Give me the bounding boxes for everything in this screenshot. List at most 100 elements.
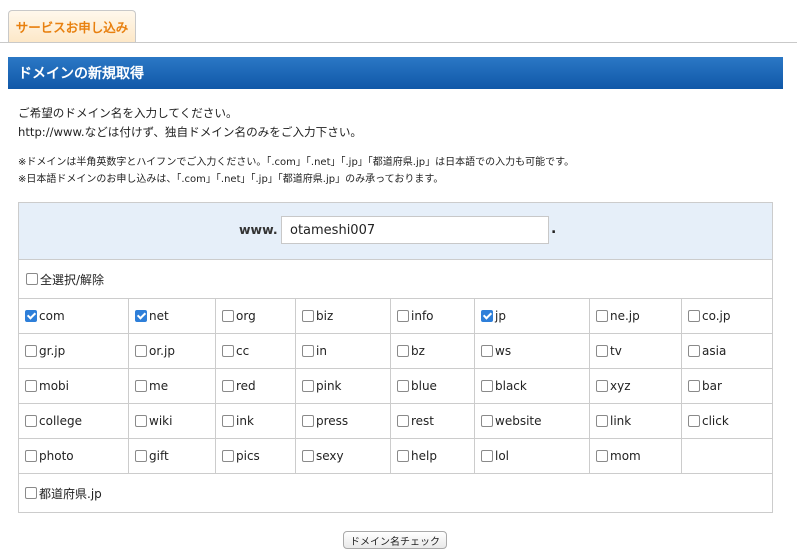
tld-option-click[interactable]: click bbox=[682, 404, 772, 439]
tld-label[interactable]: biz bbox=[316, 309, 333, 323]
tld-checkbox[interactable] bbox=[596, 380, 608, 392]
prefecture-jp-label[interactable]: 都道府県.jp bbox=[39, 485, 102, 502]
tld-checkbox[interactable] bbox=[481, 380, 493, 392]
tld-label[interactable]: ne.jp bbox=[610, 309, 640, 323]
tld-label[interactable]: xyz bbox=[610, 379, 631, 393]
tld-option-bar[interactable]: bar bbox=[682, 369, 772, 404]
tld-option-wiki[interactable]: wiki bbox=[129, 404, 216, 439]
tld-label[interactable]: website bbox=[495, 414, 542, 428]
tld-checkbox[interactable] bbox=[302, 310, 314, 322]
tld-checkbox[interactable] bbox=[481, 345, 493, 357]
tld-option-photo[interactable]: photo bbox=[19, 439, 129, 474]
tld-checkbox[interactable] bbox=[397, 450, 409, 462]
tld-option-black[interactable]: black bbox=[475, 369, 590, 404]
tld-label[interactable]: co.jp bbox=[702, 309, 731, 323]
tld-option-website[interactable]: website bbox=[475, 404, 590, 439]
tld-option-rest[interactable]: rest bbox=[391, 404, 475, 439]
tld-label[interactable]: ink bbox=[236, 414, 254, 428]
tld-option-or-jp[interactable]: or.jp bbox=[129, 334, 216, 369]
tld-label[interactable]: in bbox=[316, 344, 327, 358]
prefecture-jp-checkbox[interactable] bbox=[25, 487, 37, 499]
tld-option-pics[interactable]: pics bbox=[216, 439, 296, 474]
tld-option-info[interactable]: info bbox=[391, 299, 475, 334]
tld-option-blue[interactable]: blue bbox=[391, 369, 475, 404]
tld-checkbox[interactable] bbox=[135, 415, 147, 427]
tld-checkbox[interactable] bbox=[481, 450, 493, 462]
tld-checkbox[interactable] bbox=[25, 415, 37, 427]
tld-option-red[interactable]: red bbox=[216, 369, 296, 404]
select-all-label[interactable]: 全選択/解除 bbox=[40, 271, 104, 288]
tld-label[interactable]: tv bbox=[610, 344, 622, 358]
tld-checkbox[interactable] bbox=[397, 380, 409, 392]
tld-option-gr-jp[interactable]: gr.jp bbox=[19, 334, 129, 369]
tld-option-com[interactable]: com bbox=[19, 299, 129, 334]
tld-option-ws[interactable]: ws bbox=[475, 334, 590, 369]
tld-label[interactable]: photo bbox=[39, 449, 74, 463]
tld-option-co-jp[interactable]: co.jp bbox=[682, 299, 772, 334]
domain-check-button[interactable]: ドメイン名チェック bbox=[343, 531, 447, 549]
tld-option-me[interactable]: me bbox=[129, 369, 216, 404]
tld-option-xyz[interactable]: xyz bbox=[590, 369, 682, 404]
tld-label[interactable]: click bbox=[702, 414, 729, 428]
tld-checkbox[interactable] bbox=[397, 345, 409, 357]
tld-checkbox[interactable] bbox=[302, 415, 314, 427]
domain-name-input[interactable] bbox=[281, 216, 549, 244]
tld-checkbox[interactable] bbox=[135, 380, 147, 392]
tld-label[interactable]: asia bbox=[702, 344, 726, 358]
tld-option-link[interactable]: link bbox=[590, 404, 682, 439]
tld-option-pink[interactable]: pink bbox=[296, 369, 391, 404]
tld-label[interactable]: gr.jp bbox=[39, 344, 65, 358]
tld-checkbox[interactable] bbox=[397, 310, 409, 322]
tld-label[interactable]: wiki bbox=[149, 414, 172, 428]
tld-checkbox[interactable] bbox=[688, 415, 700, 427]
tld-label[interactable]: help bbox=[411, 449, 437, 463]
tld-checkbox[interactable] bbox=[688, 310, 700, 322]
tld-label[interactable]: red bbox=[236, 379, 256, 393]
tld-label[interactable]: blue bbox=[411, 379, 437, 393]
tld-option-gift[interactable]: gift bbox=[129, 439, 216, 474]
tld-checkbox[interactable] bbox=[596, 415, 608, 427]
tld-checkbox[interactable] bbox=[481, 415, 493, 427]
tld-checkbox[interactable] bbox=[25, 345, 37, 357]
tld-option-in[interactable]: in bbox=[296, 334, 391, 369]
tld-option-mobi[interactable]: mobi bbox=[19, 369, 129, 404]
tld-checkbox[interactable] bbox=[135, 345, 147, 357]
tld-option-ne-jp[interactable]: ne.jp bbox=[590, 299, 682, 334]
tld-label[interactable]: jp bbox=[495, 309, 506, 323]
tld-checkbox[interactable] bbox=[25, 380, 37, 392]
tld-label[interactable]: sexy bbox=[316, 449, 344, 463]
tld-checkbox[interactable] bbox=[222, 310, 234, 322]
tld-option-mom[interactable]: mom bbox=[590, 439, 682, 474]
tld-checkbox[interactable] bbox=[222, 380, 234, 392]
tld-option-help[interactable]: help bbox=[391, 439, 475, 474]
tld-option-press[interactable]: press bbox=[296, 404, 391, 439]
tld-label[interactable]: info bbox=[411, 309, 434, 323]
tld-label[interactable]: press bbox=[316, 414, 348, 428]
tld-label[interactable]: cc bbox=[236, 344, 249, 358]
tld-option-sexy[interactable]: sexy bbox=[296, 439, 391, 474]
tld-option-bz[interactable]: bz bbox=[391, 334, 475, 369]
tld-label[interactable]: mom bbox=[610, 449, 641, 463]
tld-checkbox[interactable] bbox=[25, 450, 37, 462]
tld-label[interactable]: bz bbox=[411, 344, 425, 358]
tld-option-cc[interactable]: cc bbox=[216, 334, 296, 369]
tld-label[interactable]: lol bbox=[495, 449, 509, 463]
tld-checkbox[interactable] bbox=[302, 345, 314, 357]
tld-checkbox[interactable] bbox=[222, 450, 234, 462]
tld-checkbox[interactable] bbox=[135, 310, 147, 322]
tld-label[interactable]: black bbox=[495, 379, 527, 393]
tld-checkbox[interactable] bbox=[135, 450, 147, 462]
tld-option-college[interactable]: college bbox=[19, 404, 129, 439]
tld-label[interactable]: com bbox=[39, 309, 65, 323]
tld-label[interactable]: college bbox=[39, 414, 82, 428]
tld-checkbox[interactable] bbox=[397, 415, 409, 427]
tld-checkbox[interactable] bbox=[688, 380, 700, 392]
tld-label[interactable]: pink bbox=[316, 379, 342, 393]
tld-checkbox[interactable] bbox=[25, 310, 37, 322]
tld-checkbox[interactable] bbox=[222, 415, 234, 427]
tld-label[interactable]: link bbox=[610, 414, 631, 428]
tld-checkbox[interactable] bbox=[688, 345, 700, 357]
tld-label[interactable]: gift bbox=[149, 449, 169, 463]
tld-label[interactable]: pics bbox=[236, 449, 260, 463]
tld-option-asia[interactable]: asia bbox=[682, 334, 772, 369]
